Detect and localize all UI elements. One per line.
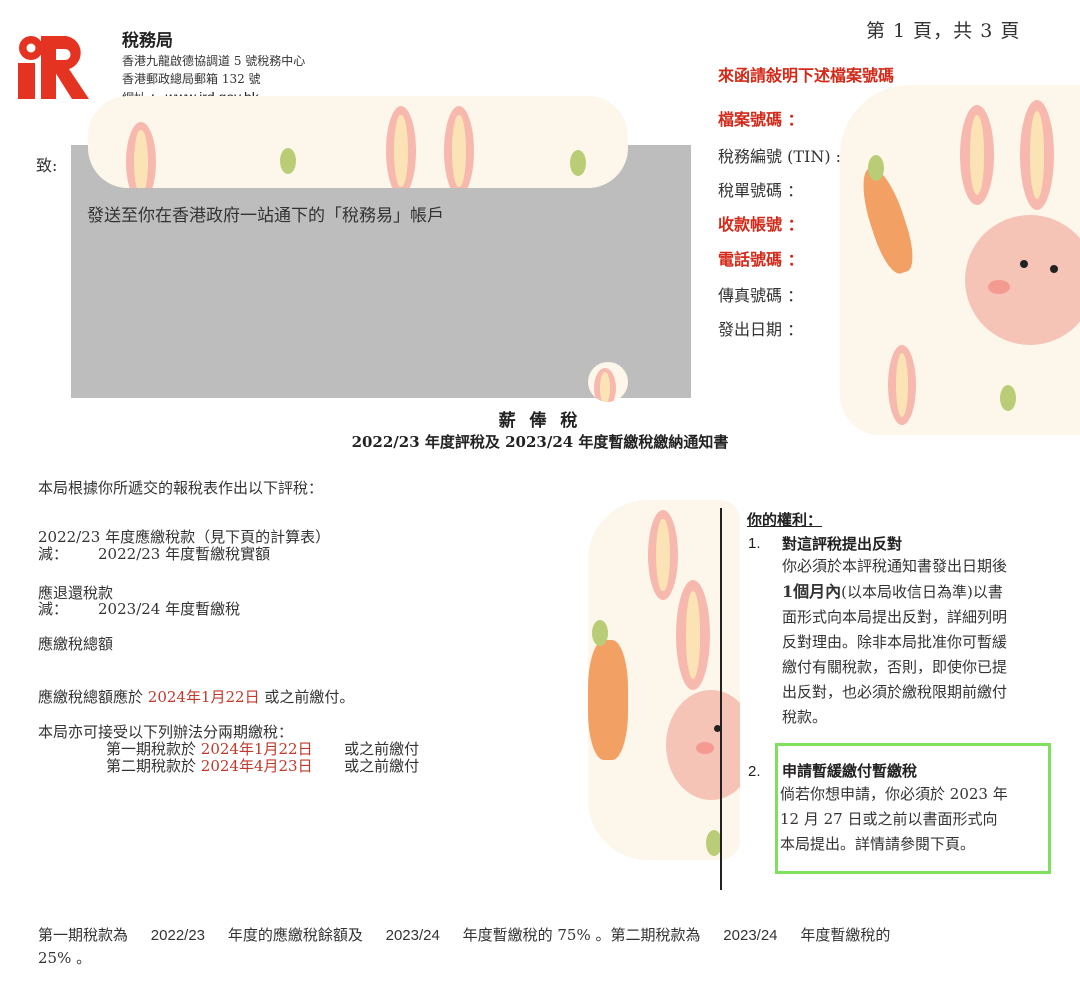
tin-label: 稅務編號 (TIN) : xyxy=(718,147,842,166)
footer-text: 2023/24 xyxy=(385,927,440,944)
item1-line: 反對理由。除非本局批准你可暫緩 xyxy=(782,633,1008,651)
rights-divider xyxy=(720,508,722,890)
second-installment-row: 第二期稅款於 2024年4月23日 或之前繳付 xyxy=(106,758,419,774)
item2-number: 2. xyxy=(748,763,761,780)
address-line-1: 香港九龍啟德協調道 5 號稅務中心 xyxy=(122,54,306,68)
item1-line: 出反對，也必須於繳稅限期前繳付 xyxy=(782,683,1008,701)
less-provisional-paid: 2022/23 年度暫繳稅實額 xyxy=(98,545,271,563)
recipient-label: 致: xyxy=(36,156,58,175)
delivery-note: 發送至你在香港政府一站通下的「稅務易」帳戶 xyxy=(87,206,444,226)
item1-line: 稅款。 xyxy=(782,708,828,726)
second-installment-date: 2024年4月23日 xyxy=(200,757,313,775)
ird-logo xyxy=(18,36,89,99)
item1-body: 你必須於本評稅通知書發出日期後 1個月內(以本局收信日為準)以書 面形式向本局提… xyxy=(782,554,1052,730)
item1-line: 1個月內(以本局收信日為準)以書 xyxy=(782,579,1052,605)
item1-deadline: 1個月內 xyxy=(782,582,842,601)
less-label: 減： xyxy=(38,545,69,563)
bunny-decoration-address xyxy=(88,96,628,188)
due-date-row: 應繳稅總額應於 2024年1月22日 或之前繳付。 xyxy=(38,689,354,705)
item2-title: 申請暫緩繳付暫繳稅 xyxy=(782,762,918,780)
total-payable-row: 應繳稅總額 xyxy=(38,635,114,653)
footer-text: 2022/23 xyxy=(150,927,206,944)
due-date: 2024年1月22日 xyxy=(147,688,260,706)
item1-line: 你必須於本評稅通知書發出日期後 xyxy=(782,557,1008,575)
refund-row: 應退還稅款 xyxy=(38,584,114,602)
tax-return-number-label: 稅單號碼 ： xyxy=(718,181,804,200)
item1-title: 對這評稅提出反對 xyxy=(782,535,903,553)
first-installment-date: 2024年1月22日 xyxy=(200,740,313,758)
item1-line: 面形式向本局提出反對，詳細列明 xyxy=(782,608,1008,626)
bunny-decoration-small xyxy=(588,362,628,402)
item1-line-rest: (以本局收信日為準)以書 xyxy=(841,583,1003,601)
phone-number-label: 電話號碼 ： xyxy=(718,250,804,269)
address-line-2: 香港郵政總局郵箱 132 號 xyxy=(122,72,261,86)
less-label: 減： xyxy=(38,600,69,618)
footer-text: 年度的應繳稅餘額及 xyxy=(227,926,363,944)
second-installment-suffix: 或之前繳付 xyxy=(344,757,420,775)
footer-text: 年度暫繳稅的 xyxy=(800,926,891,944)
footer-text: 年度暫繳稅的 75% 。第二期稅款為 xyxy=(462,926,701,944)
notice-title: 2022/23 年度評稅及 2023/24 年度暫繳稅繳納通知書 xyxy=(351,433,729,451)
first-installment-row: 第一期稅款於 2024年1月22日 或之前繳付 xyxy=(106,741,419,757)
first-installment-prefix: 第一期稅款於 xyxy=(106,740,197,758)
less-provisional-paid-row: 減： 2022/23 年度暫繳稅實額 xyxy=(38,546,270,562)
due-prefix: 應繳稅總額應於 xyxy=(38,688,144,706)
fax-number-label: 傳真號碼 ： xyxy=(718,286,804,305)
less-provisional-row: 減： 2023/24 年度暫繳稅 xyxy=(38,601,240,617)
item2-line: 12 月 27 日或之前以書面形式向 xyxy=(780,810,998,828)
page-number: 第 1 頁，共 3 頁 xyxy=(866,20,1021,42)
reference-instruction: 來函請敍明下述檔案號碼 xyxy=(718,66,895,85)
installment-intro: 本局亦可接受以下列辦法分兩期繳稅： xyxy=(38,723,294,741)
rights-title: 你的權利： xyxy=(747,511,823,529)
receipt-account-label: 收款帳號 ： xyxy=(718,215,804,234)
assessment-intro: 本局根據你所遞交的報稅表作出以下評稅： xyxy=(38,479,324,497)
item2-line: 倘若你想申請，你必須於 2023 年 xyxy=(780,785,1008,803)
tax-type-title: 薪 俸 稅 xyxy=(498,411,582,431)
footer-note: 第一期稅款為 2022/23 年度的應繳稅餘額及 2023/24 年度暫繳稅的 … xyxy=(38,924,1048,969)
due-suffix: 或之前繳付。 xyxy=(264,688,355,706)
item2-body: 倘若你想申請，你必須於 2023 年 12 月 27 日或之前以書面形式向 本局… xyxy=(780,782,1044,857)
footer-text: 2023/24 xyxy=(723,927,778,944)
second-installment-prefix: 第二期稅款於 xyxy=(106,757,197,775)
first-installment-suffix: 或之前繳付 xyxy=(344,740,420,758)
footer-text: 25% 。 xyxy=(38,949,92,967)
footer-text: 第一期稅款為 xyxy=(38,926,129,944)
tax-payable-row: 2022/23 年度應繳稅款（見下頁的計算表） xyxy=(38,528,331,546)
department-name: 稅務局 xyxy=(122,31,173,51)
issue-date-label: 發出日期 ： xyxy=(718,320,804,339)
bunny-decoration-middle xyxy=(588,500,740,860)
item2-line: 本局提出。詳情請參閱下頁。 xyxy=(780,835,976,853)
file-number-label: 檔案號碼 ： xyxy=(718,110,804,129)
bunny-decoration-top xyxy=(840,85,1080,435)
item1-line: 繳付有關稅款，否則，即使你已提 xyxy=(782,658,1008,676)
item1-number: 1. xyxy=(748,535,761,552)
less-provisional: 2023/24 年度暫繳稅 xyxy=(98,600,241,618)
